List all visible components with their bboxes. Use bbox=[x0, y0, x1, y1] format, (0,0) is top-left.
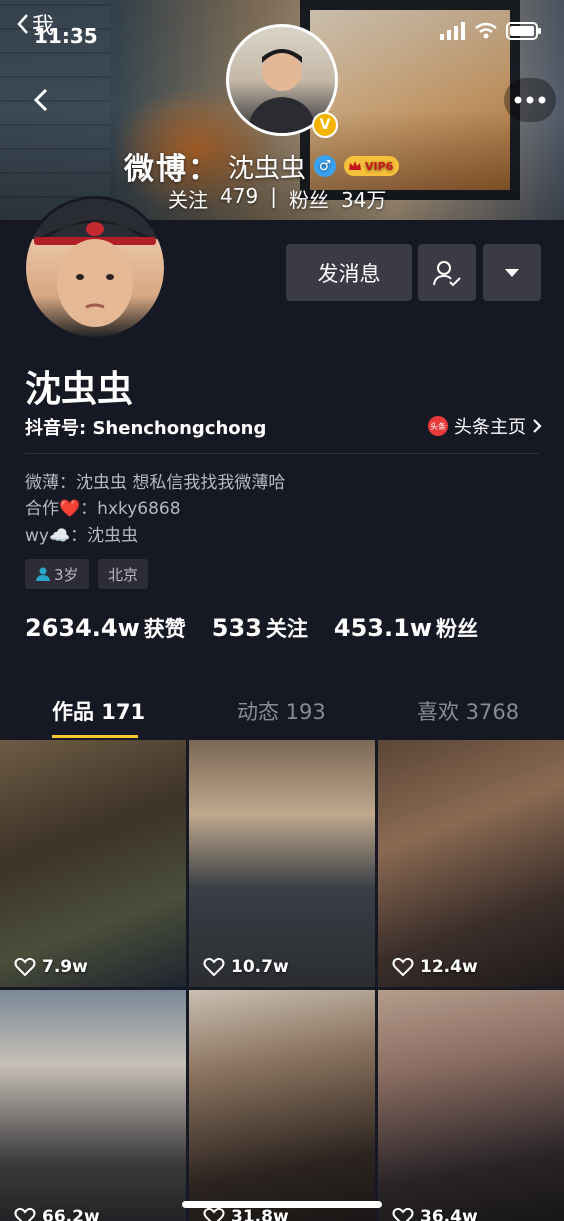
heart-icon bbox=[203, 1207, 225, 1221]
status-icons bbox=[440, 22, 542, 40]
chevron-left-icon bbox=[33, 88, 48, 112]
more-dots-icon bbox=[514, 96, 546, 104]
video-likes: 12.4w bbox=[392, 957, 478, 977]
weibo-info: 微博： 沈虫虫 ♂ VIP6 bbox=[124, 144, 400, 188]
video-likes: 7.9w bbox=[14, 957, 88, 977]
send-message-button[interactable]: 发消息 bbox=[286, 244, 412, 301]
stat-label: 粉丝 bbox=[436, 617, 478, 641]
add-friend-button[interactable] bbox=[418, 244, 476, 301]
video-thumbnail[interactable]: 36.4w bbox=[378, 990, 564, 1221]
chevron-right-icon bbox=[533, 419, 542, 433]
heart-icon bbox=[392, 1207, 414, 1221]
video-thumbnail[interactable]: 31.8w bbox=[189, 990, 375, 1221]
stat-number: 533 bbox=[211, 614, 262, 642]
video-likes-count: 31.8w bbox=[231, 1207, 289, 1221]
age-tag: 3岁 bbox=[25, 559, 89, 589]
toutiao-icon: 头条 bbox=[428, 416, 448, 436]
following-stat[interactable]: 533 关注 bbox=[212, 613, 308, 643]
video-likes-count: 12.4w bbox=[420, 957, 478, 977]
wifi-icon bbox=[475, 22, 497, 39]
video-likes-count: 36.4w bbox=[420, 1207, 478, 1221]
content-tabs: 作品 171 动态 193 喜欢 3768 bbox=[0, 688, 564, 738]
stat-number: 2634.4w bbox=[25, 614, 140, 642]
heart-icon bbox=[203, 957, 225, 977]
video-likes: 10.7w bbox=[203, 957, 289, 977]
age-tag-label: 3岁 bbox=[54, 565, 79, 584]
divider bbox=[25, 453, 539, 454]
bio-line: 微薄：沈虫虫 想私信我找我微薄哈 bbox=[25, 473, 286, 493]
battery-icon bbox=[506, 22, 541, 40]
person-icon bbox=[36, 567, 50, 581]
bio-line: 合作❤️：hxky6868 bbox=[25, 499, 181, 519]
video-likes-count: 66.2w bbox=[42, 1207, 100, 1221]
heart-icon bbox=[14, 1207, 36, 1221]
profile-name: 沈虫虫 bbox=[25, 369, 134, 410]
weibo-name: 沈虫虫 bbox=[228, 153, 307, 184]
more-button[interactable] bbox=[504, 78, 556, 122]
followers-stat[interactable]: 453.1w 粉丝 bbox=[334, 613, 478, 643]
video-likes: 66.2w bbox=[14, 1207, 100, 1221]
weibo-separator: | bbox=[270, 184, 277, 208]
tab-activity[interactable]: 动态 193 bbox=[237, 696, 326, 726]
video-likes: 36.4w bbox=[392, 1207, 478, 1221]
douyin-id: 抖音号: Shenchongchong bbox=[25, 418, 267, 439]
weibo-stats: 关注 479 | 粉丝 34万 bbox=[168, 184, 386, 213]
active-tab-indicator bbox=[52, 735, 138, 738]
stat-label: 关注 bbox=[265, 617, 308, 641]
video-likes: 31.8w bbox=[203, 1207, 289, 1221]
back-button[interactable] bbox=[24, 82, 60, 118]
chevron-left-icon bbox=[17, 14, 28, 34]
video-likes-count: 7.9w bbox=[42, 957, 88, 977]
status-time: 11:35 bbox=[34, 24, 98, 48]
verified-badge-icon: V bbox=[312, 112, 338, 138]
weibo-brand-text: 微博： bbox=[124, 152, 220, 187]
vip-badge: VIP6 bbox=[344, 156, 400, 176]
heart-icon bbox=[14, 957, 36, 977]
toutiao-homepage-link[interactable]: 头条 头条主页 bbox=[428, 413, 542, 439]
tab-likes[interactable]: 喜欢 3768 bbox=[417, 696, 519, 726]
crown-icon bbox=[349, 161, 362, 170]
video-thumbnail[interactable]: 10.7w bbox=[189, 740, 375, 987]
weibo-fans-label: 粉丝 bbox=[288, 188, 329, 212]
more-options-dropdown[interactable] bbox=[483, 244, 541, 301]
male-gender-icon: ♂ bbox=[314, 155, 337, 177]
video-thumbnail[interactable]: 7.9w bbox=[0, 740, 186, 987]
home-indicator[interactable] bbox=[182, 1201, 382, 1208]
weibo-follow-label: 关注 bbox=[168, 188, 208, 212]
bio-line: wy☁️：沈虫虫 bbox=[25, 526, 139, 546]
weibo-fans-count: 34万 bbox=[340, 188, 387, 212]
video-likes-count: 10.7w bbox=[231, 957, 289, 977]
stat-label: 获赞 bbox=[143, 617, 186, 641]
video-thumbnail[interactable]: 66.2w bbox=[0, 990, 186, 1221]
vip-level: VIP6 bbox=[365, 159, 394, 173]
tab-works[interactable]: 作品 171 bbox=[52, 696, 145, 726]
user-check-icon bbox=[433, 260, 461, 286]
profile-avatar[interactable] bbox=[23, 196, 167, 340]
city-tag: 北京 bbox=[98, 559, 149, 589]
person-photo bbox=[26, 199, 164, 327]
video-thumbnail[interactable]: 12.4w bbox=[378, 740, 564, 987]
likes-stat: 2634.4w 获赞 bbox=[25, 613, 186, 643]
signal-icon bbox=[440, 22, 465, 40]
triangle-down-icon bbox=[505, 268, 519, 277]
weibo-follow-count: 479 bbox=[220, 184, 259, 208]
heart-icon bbox=[392, 957, 414, 977]
stat-number: 453.1w bbox=[333, 614, 432, 642]
toutiao-link-label: 头条主页 bbox=[454, 417, 526, 438]
profile-stats: 2634.4w 获赞 533 关注 453.1w 粉丝 bbox=[25, 613, 478, 643]
